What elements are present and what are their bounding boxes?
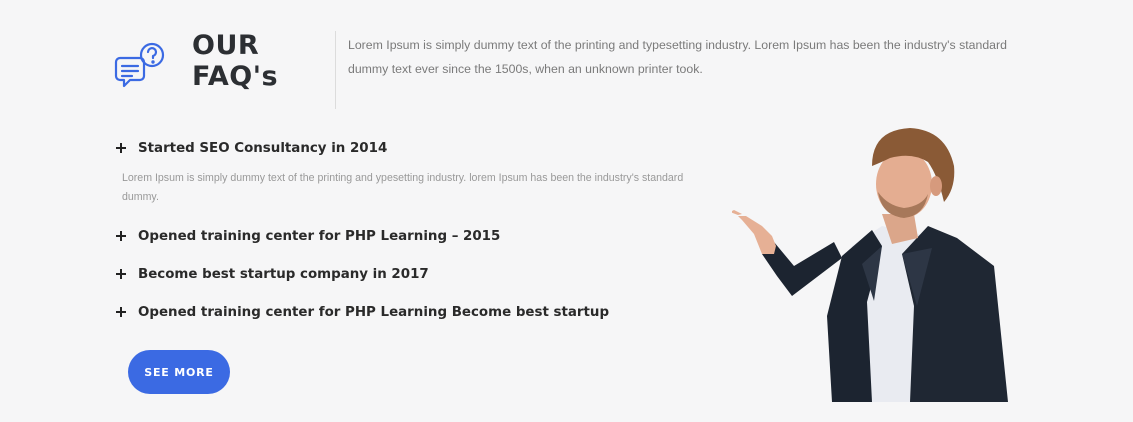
faq-item: Opened training center for PHP Learning … xyxy=(116,299,726,337)
faq-item: Become best startup company in 2017 xyxy=(116,261,726,299)
plus-icon xyxy=(116,269,126,279)
title-line-2: FAQ's xyxy=(192,61,279,92)
faq-answer: Lorem Ipsum is simply dummy text of the … xyxy=(122,172,684,203)
faq-question[interactable]: Started SEO Consultancy in 2014 xyxy=(116,135,726,161)
see-more-button[interactable]: SEE MORE xyxy=(128,350,230,394)
faq-chat-icon xyxy=(114,42,165,88)
faq-question-label: Opened training center for PHP Learning … xyxy=(138,304,610,320)
header-divider xyxy=(335,31,336,109)
intro-text: Lorem Ipsum is simply dummy text of the … xyxy=(348,38,1007,76)
faq-item: Opened training center for PHP Learning … xyxy=(116,223,726,261)
faq-question-label: Opened training center for PHP Learning … xyxy=(138,228,501,244)
pointing-man-image xyxy=(732,128,1008,402)
plus-icon xyxy=(116,143,126,153)
faq-question-label: Become best startup company in 2017 xyxy=(138,266,429,282)
faq-question[interactable]: Opened training center for PHP Learning … xyxy=(116,223,726,249)
page-title: OUR FAQ's xyxy=(192,30,278,92)
faq-question[interactable]: Opened training center for PHP Learning … xyxy=(116,299,726,325)
faq-list: Started SEO Consultancy in 2014 Lorem Ip… xyxy=(116,135,726,337)
faq-question-label: Started SEO Consultancy in 2014 xyxy=(138,140,388,156)
plus-icon xyxy=(116,231,126,241)
title-line-1: OUR xyxy=(192,30,260,61)
faq-item: Started SEO Consultancy in 2014 Lorem Ip… xyxy=(116,135,726,223)
plus-icon xyxy=(116,307,126,317)
faq-question[interactable]: Become best startup company in 2017 xyxy=(116,261,726,287)
